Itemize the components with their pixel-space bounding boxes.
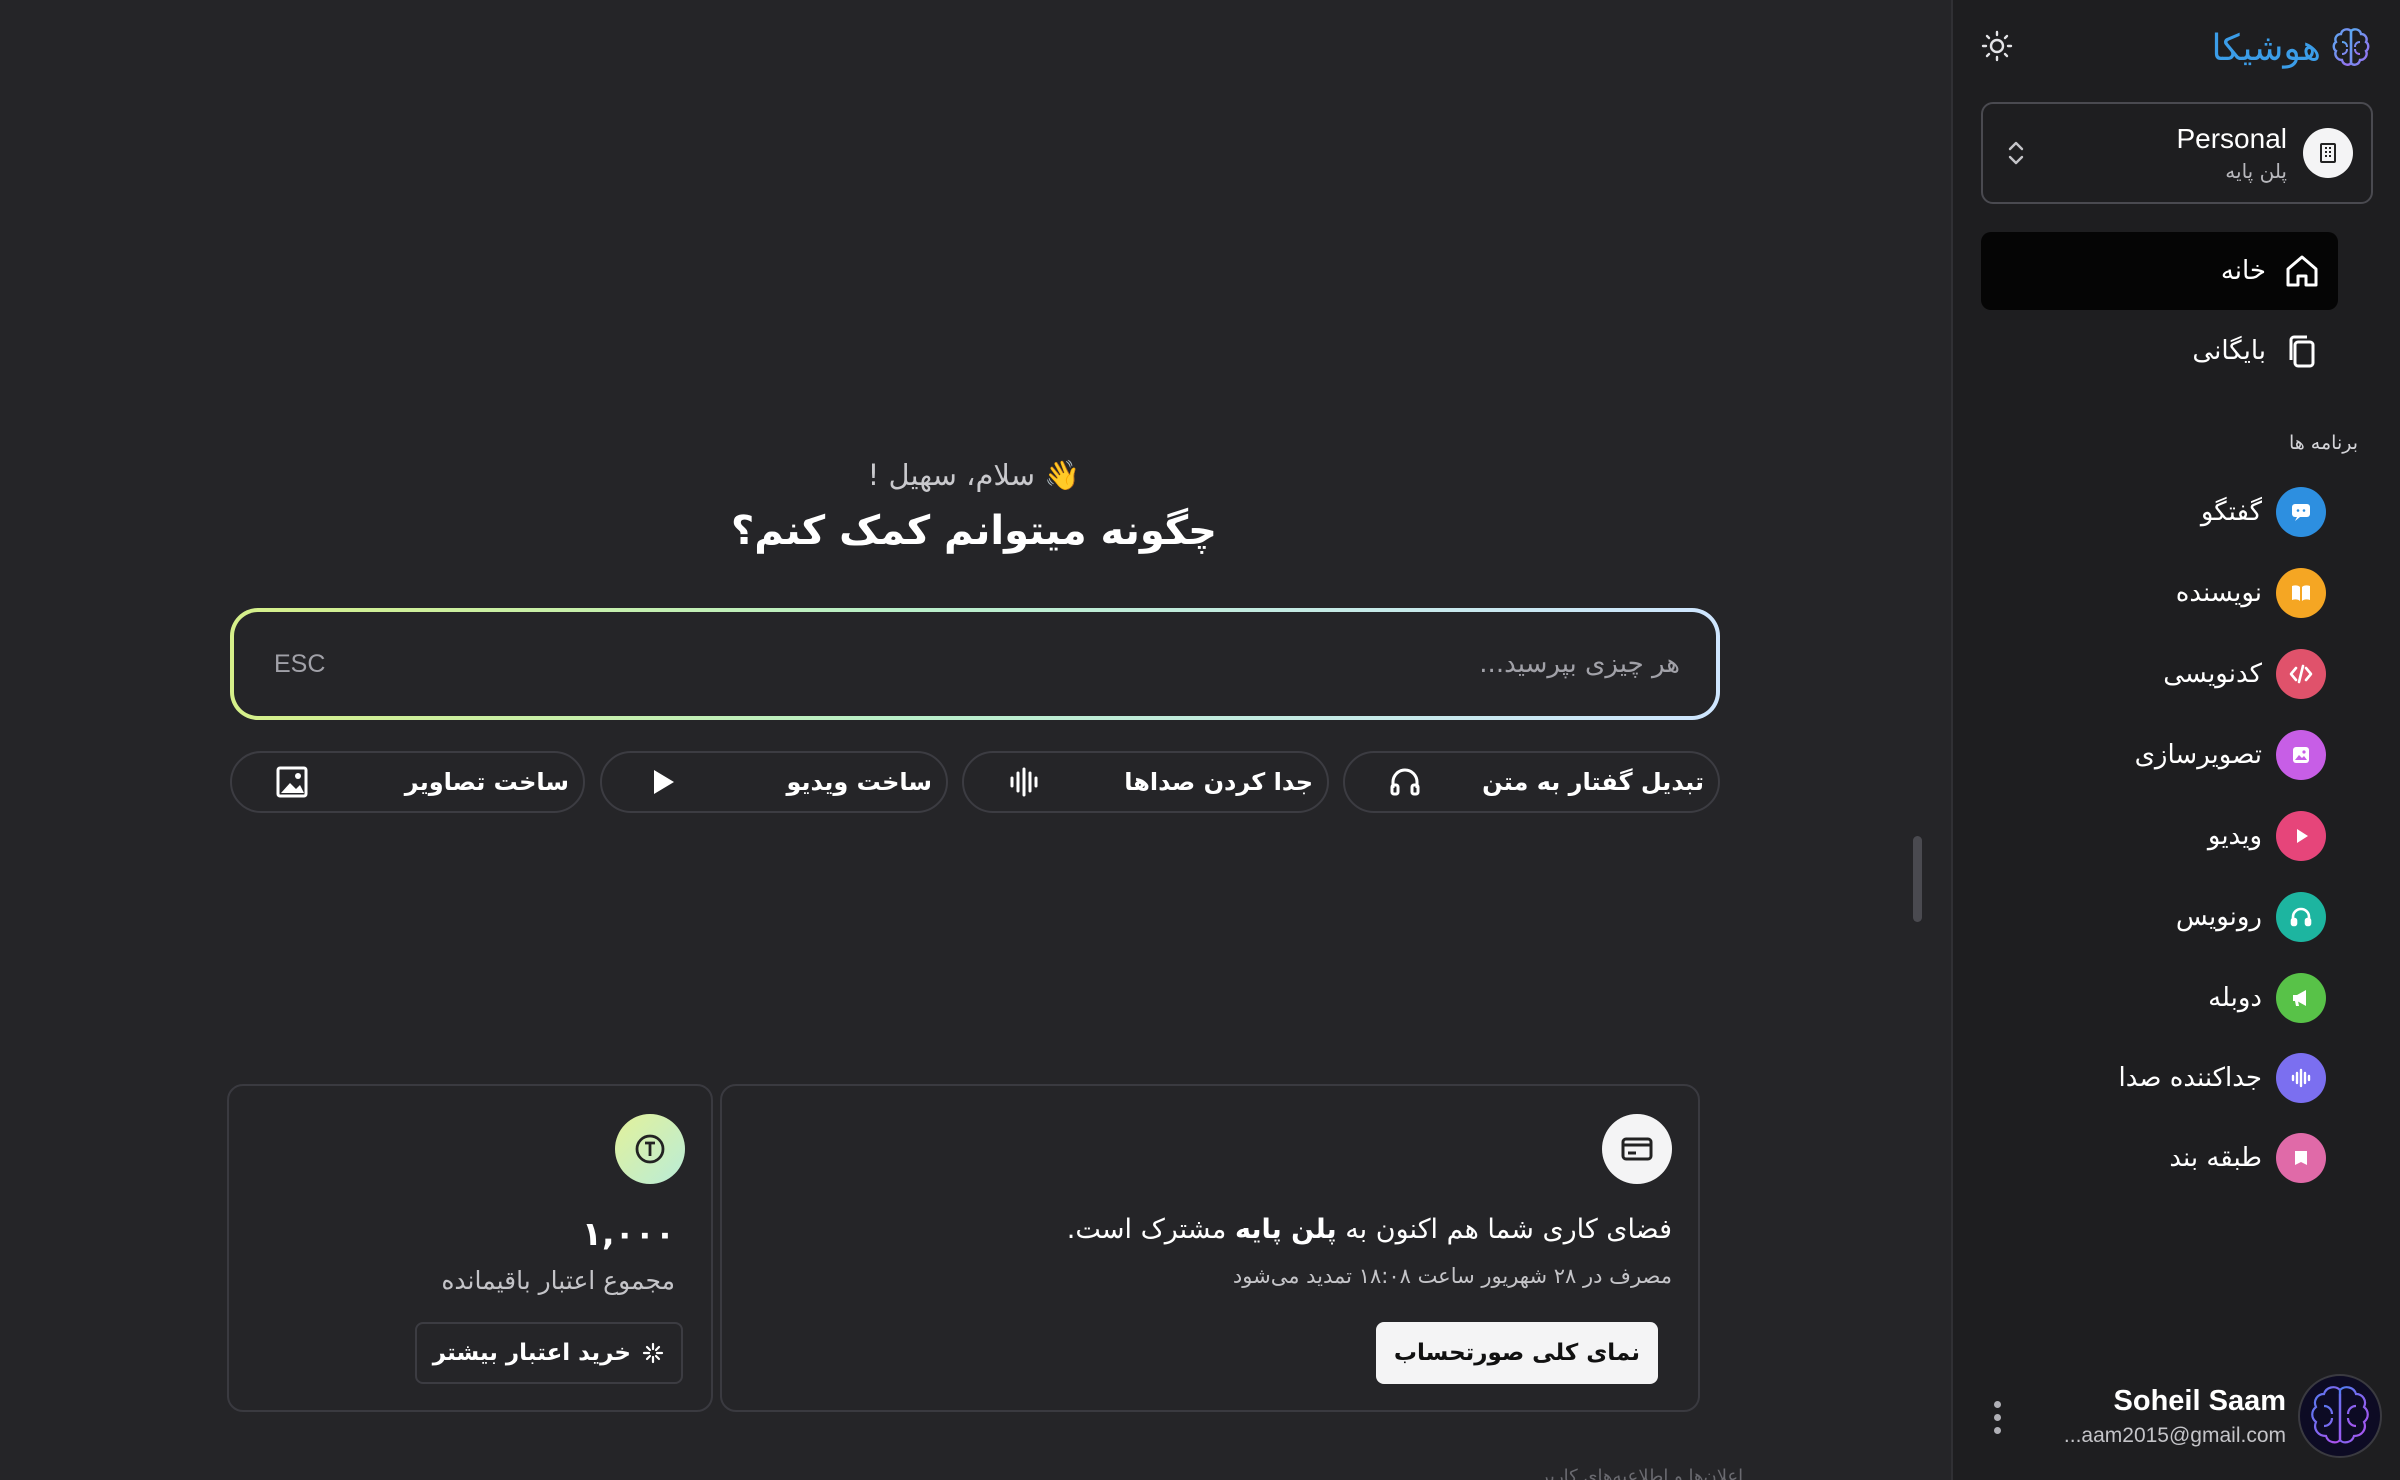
quick-action-make-images[interactable]: ساخت تصاویر (230, 751, 585, 813)
plan-card: فضای کاری شما هم اکنون به پلن پایه مشترک… (720, 1084, 1700, 1412)
app-item-transcribe[interactable]: رونویس (2176, 892, 2326, 942)
credit-card-icon (1621, 1137, 1653, 1161)
logo[interactable]: هوشیکا (2212, 26, 2373, 70)
home-icon (2280, 249, 2324, 293)
building-icon (2320, 143, 2336, 163)
esc-shortcut-hint: ESC (274, 649, 326, 678)
headline: چگونه میتوانم کمک کنم؟ (730, 508, 1217, 554)
megaphone-icon (2276, 973, 2326, 1023)
chevron-up-down-icon (2008, 141, 2024, 165)
app-label: تصویرسازی (2134, 740, 2262, 770)
token-icon (635, 1134, 665, 1164)
plan-status-text: فضای کاری شما هم اکنون به پلن پایه مشترک… (1067, 1214, 1672, 1245)
app-item-coding[interactable]: کدنویسی (2163, 649, 2326, 699)
book-icon (2276, 568, 2326, 618)
app-item-dubbing[interactable]: دوبله (2208, 973, 2326, 1023)
chip-label: تبدیل گفتار به متن (1482, 768, 1704, 796)
brain-logo-icon (2332, 28, 2370, 66)
copy-icon (2280, 329, 2324, 373)
app-item-image[interactable]: تصویرسازی (2135, 730, 2326, 780)
workspace-text: Personal پلن پایه (2027, 123, 2287, 183)
chip-label: ساخت تصاویر (404, 768, 569, 796)
credit-card: ۱,۰۰۰ مجموع اعتبار باقیمانده خرید اعتبار… (227, 1084, 713, 1412)
code-icon (2276, 649, 2326, 699)
waveform-icon (1004, 762, 1044, 802)
credit-amount: ۱,۰۰۰ (581, 1214, 675, 1253)
app-label: گفتگو (2200, 497, 2262, 527)
app-label: ویدیو (2207, 821, 2262, 851)
app-label: کدنویسی (2163, 659, 2262, 689)
waveform-icon (2276, 1053, 2326, 1103)
plan-renewal-text: مصرف در ۲۸ شهریور ساعت ۱۸:۰۸ تمدید می‌شو… (1232, 1264, 1672, 1288)
user-email: ...aam2015@gmail.com (2063, 1423, 2286, 1447)
app-label: نویسنده (2175, 578, 2262, 608)
app-item-writer[interactable]: نویسنده (2176, 568, 2326, 618)
play-icon (642, 762, 682, 802)
play-icon (2276, 811, 2326, 861)
workspace-plan: پلن پایه (2225, 159, 2287, 183)
nav-item-archive[interactable]: بایگانی (1981, 312, 2338, 390)
nav-item-label: خانه (2220, 256, 2266, 286)
credit-label: مجموع اعتبار باقیمانده (441, 1266, 675, 1295)
plan-text-before: فضای کاری شما هم اکنون به (1345, 1214, 1672, 1245)
chip-label: ساخت ویدیو (786, 768, 932, 796)
workspace-switcher[interactable]: Personal پلن پایه (1981, 102, 2373, 204)
workspace-badge (2303, 128, 2353, 178)
app-item-chat[interactable]: گفتگو (2201, 487, 2326, 537)
prompt-box[interactable]: هر چیزی بپرسید... ESC (230, 608, 1720, 720)
buy-credit-label: خرید اعتبار بیشتر (432, 1340, 631, 1366)
app-label: رونویس (2175, 902, 2262, 932)
user-text: Soheil Saam ...aam2015@gmail.com (2064, 1385, 2286, 1448)
buy-credit-button[interactable]: خرید اعتبار بیشتر (414, 1322, 683, 1384)
card-icon-badge (1602, 1114, 1672, 1184)
prompt-input[interactable]: هر چیزی بپرسید... (1479, 649, 1680, 679)
app-item-classifier[interactable]: طبقه بند (2169, 1133, 2326, 1183)
scrollbar[interactable] (1913, 836, 1922, 922)
plan-text-after: مشترک است. (1066, 1214, 1227, 1245)
more-vertical-dot (1993, 1413, 2001, 1421)
theme-toggle-button[interactable] (1979, 28, 2015, 64)
card-icon-badge (615, 1114, 685, 1184)
sidebar: هوشیکا Personal پلن پایه خانه بایگانی بر… (1951, 0, 2400, 1480)
plan-name: پلن پایه (1234, 1214, 1337, 1245)
chip-label: جدا کردن صداها (1124, 768, 1313, 796)
app-label: طبقه بند (2169, 1143, 2262, 1173)
more-vertical-dot (1993, 1400, 2001, 1408)
app-label: جداکننده صدا (2118, 1063, 2263, 1093)
tag-icon (2276, 1133, 2326, 1183)
nav-item-label: بایگانی (2192, 336, 2266, 366)
user-name: Soheil Saam (2113, 1384, 2286, 1417)
greeting: 👋 سلام، سهیل ! (867, 458, 1081, 492)
user-menu-button[interactable] (1982, 1392, 2012, 1442)
app-item-voice-separator[interactable]: جداکننده صدا (2118, 1053, 2326, 1103)
apps-heading: برنامه ها (2288, 432, 2358, 454)
footer-partial-text: اعلان‌ها و اطلاعیه‌های کاربر (1540, 1466, 1744, 1480)
image-icon (272, 762, 312, 802)
quick-action-speech-to-text[interactable]: تبدیل گفتار به متن (1343, 751, 1720, 813)
nav-item-home[interactable]: خانه (1981, 232, 2338, 310)
sparkle-icon (642, 1342, 664, 1364)
app-item-video[interactable]: ویدیو (2208, 811, 2326, 861)
logo-text: هوشیکا (2211, 27, 2321, 69)
user-profile[interactable]: Soheil Saam ...aam2015@gmail.com (1982, 1374, 2382, 1458)
chat-icon (2276, 487, 2326, 537)
sun-icon (1981, 30, 2013, 62)
workspace-name: Personal (2176, 123, 2287, 154)
headphones-icon (2276, 892, 2326, 942)
image-icon (2276, 730, 2326, 780)
app-label: دوبله (2208, 983, 2262, 1013)
billing-overview-button[interactable]: نمای کلی صورتحساب (1375, 1322, 1658, 1384)
quick-action-make-video[interactable]: ساخت ویدیو (600, 751, 948, 813)
more-vertical-dot (1993, 1426, 2001, 1434)
avatar (2298, 1374, 2382, 1458)
headphones-icon (1385, 762, 1425, 802)
quick-action-separate-sounds[interactable]: جدا کردن صداها (962, 751, 1329, 813)
